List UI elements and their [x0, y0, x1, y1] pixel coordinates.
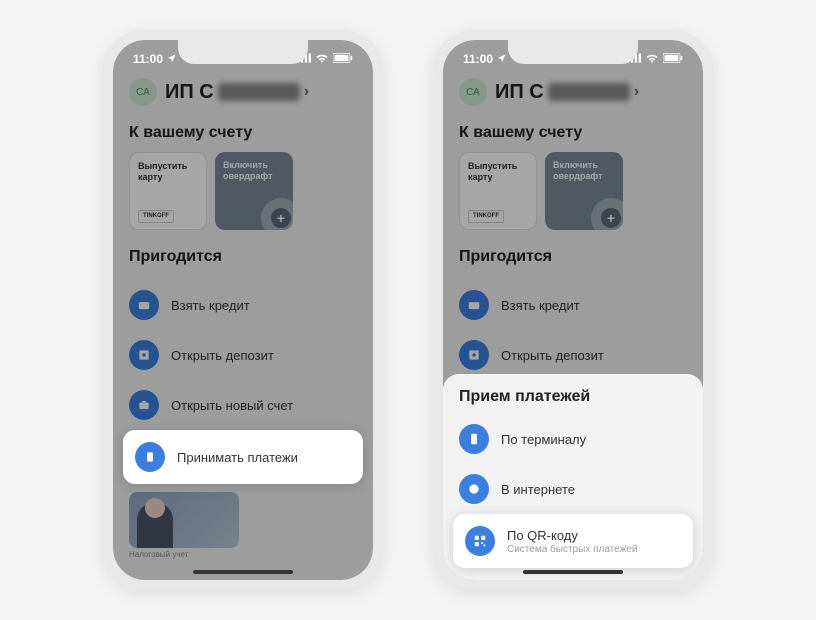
- location-icon: [497, 52, 507, 66]
- dim-overlay: [113, 40, 373, 580]
- status-time: 11:00: [463, 52, 493, 66]
- terminal-icon: [135, 442, 165, 472]
- wifi-icon: [315, 52, 329, 66]
- sheet-item-qr[interactable]: По QR-коду Система быстрых платежей: [453, 514, 693, 568]
- home-indicator[interactable]: [193, 570, 293, 574]
- status-time: 11:00: [133, 52, 163, 66]
- qr-icon: [465, 526, 495, 556]
- notch: [178, 40, 308, 64]
- location-icon: [167, 52, 177, 66]
- bottom-sheet-payments: Прием платежей По терминалу В интернете: [443, 374, 703, 580]
- sheet-item-internet[interactable]: В интернете: [443, 464, 703, 514]
- battery-icon: [663, 52, 683, 66]
- globe-icon: [459, 474, 489, 504]
- sheet-title: Прием платежей: [443, 384, 703, 414]
- phone-left: 11:00 СА ИП С: [103, 30, 383, 590]
- list-item-accept-payments[interactable]: Принимать платежи: [123, 430, 363, 484]
- sheet-item-terminal[interactable]: По терминалу: [443, 414, 703, 464]
- wifi-icon: [645, 52, 659, 66]
- battery-icon: [333, 52, 353, 66]
- notch: [508, 40, 638, 64]
- phone-right: 11:00 СА ИП С: [433, 30, 713, 590]
- phone-left-screen: 11:00 СА ИП С: [113, 40, 373, 580]
- pos-terminal-icon: [459, 424, 489, 454]
- phone-right-screen: 11:00 СА ИП С: [443, 40, 703, 580]
- home-indicator[interactable]: [523, 570, 623, 574]
